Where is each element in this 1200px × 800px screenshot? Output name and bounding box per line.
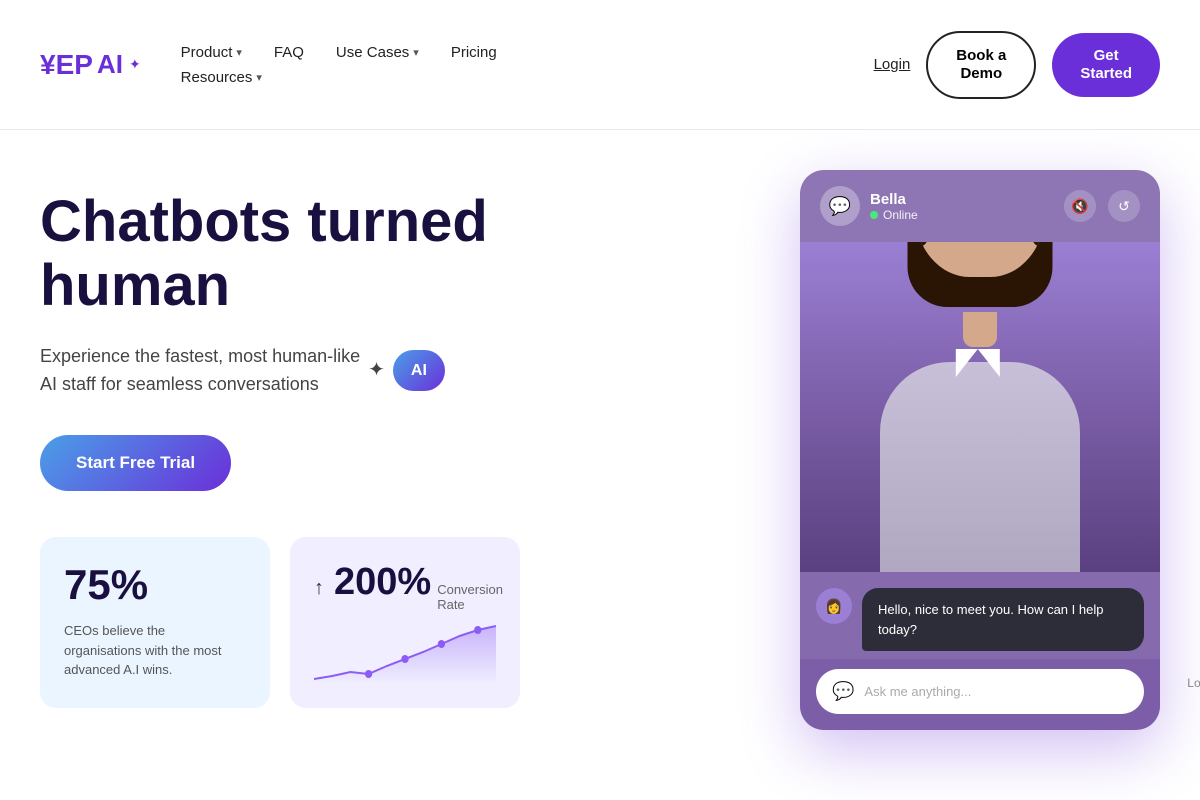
stat-desc-1: CEOs believe the organisations with the …	[64, 621, 246, 680]
nav-row-2: Resources ▾	[181, 69, 497, 86]
stat-card-1: 75% CEOs believe the organisations with …	[40, 537, 270, 708]
stat-label-2: Conversion Rate	[437, 582, 503, 612]
mini-chart	[314, 624, 496, 684]
avatar-hair-left	[915, 242, 928, 247]
avatar-hair-right	[1032, 242, 1045, 247]
chevron-down-icon: ▾	[256, 71, 262, 84]
chat-icon: 💬	[820, 186, 860, 226]
chat-input-icon: 💬	[832, 681, 854, 702]
nav-use-cases[interactable]: Use Cases ▾	[336, 44, 419, 61]
loading-indicator: Loading...	[1187, 642, 1200, 690]
stat-number-1: 75%	[64, 561, 246, 609]
chatbot-header: 💬 Bella Online 🔇 ↺	[800, 170, 1160, 242]
chatbot-panel: 💬 Bella Online 🔇 ↺	[800, 170, 1160, 730]
arrow-up-icon: ↑	[314, 577, 324, 600]
chatbot-card: 💬 Bella Online 🔇 ↺	[800, 170, 1160, 730]
nav-resources[interactable]: Resources ▾	[181, 69, 262, 86]
mute-button[interactable]: 🔇	[1064, 190, 1096, 222]
status-dot-icon	[870, 211, 878, 219]
sparkle-icon: ✦	[368, 354, 385, 386]
logo-icon: ¥EP	[40, 49, 93, 81]
logo-ai: AI	[97, 49, 123, 80]
nav-pricing[interactable]: Pricing	[451, 44, 497, 61]
chat-message-area: 👩 Hello, nice to meet you. How can I hel…	[800, 572, 1160, 659]
chevron-down-icon: ▾	[413, 46, 419, 59]
avatar-body	[880, 362, 1080, 572]
hero-title: Chatbots turned human	[40, 190, 520, 318]
logo-star-icon: ✦	[129, 56, 141, 73]
chat-input-row[interactable]: 💬 Ask me anything...	[816, 669, 1144, 714]
avatar-collar	[956, 349, 1000, 377]
chat-message: 👩 Hello, nice to meet you. How can I hel…	[816, 588, 1144, 651]
logo[interactable]: ¥EP AI ✦	[40, 49, 141, 81]
hero-content: Chatbots turned human Experience the fas…	[40, 170, 520, 708]
chevron-down-icon: ▾	[236, 46, 242, 59]
nav-actions: Login Book aDemo GetStarted	[874, 31, 1160, 99]
login-link[interactable]: Login	[874, 56, 911, 73]
get-started-button[interactable]: GetStarted	[1052, 33, 1160, 97]
loading-text: Loading...	[1187, 676, 1200, 690]
nav-links: Product ▾ FAQ Use Cases ▾ Pricing Resour…	[181, 44, 497, 86]
chatbot-name: Bella	[870, 191, 918, 208]
chatbot-status: Online	[870, 208, 918, 222]
message-avatar: 👩	[816, 588, 852, 624]
stat-card-2: ↑ 200% Conversion Rate	[290, 537, 520, 708]
refresh-button[interactable]: ↺	[1108, 190, 1140, 222]
nav-faq[interactable]: FAQ	[274, 44, 304, 61]
chat-input-placeholder: Ask me anything...	[864, 684, 1128, 699]
hero-section: Chatbots turned human Experience the fas…	[0, 130, 1200, 800]
book-demo-button[interactable]: Book aDemo	[926, 31, 1036, 99]
ai-badge: AI	[393, 350, 445, 392]
chat-bubble: Hello, nice to meet you. How can I help …	[862, 588, 1144, 651]
hero-subtitle: Experience the fastest, most human-likeA…	[40, 342, 520, 400]
stat-number-2: 200%	[334, 561, 431, 604]
chatbot-controls: 🔇 ↺	[1064, 190, 1140, 222]
avatar-neck	[963, 312, 997, 347]
chatbot-avatar-image	[800, 242, 1160, 572]
start-free-trial-button[interactable]: Start Free Trial	[40, 435, 231, 491]
navbar: ¥EP AI ✦ Product ▾ FAQ Use Cases ▾ Prici…	[0, 0, 1200, 130]
chatbot-avatar-wrap: 💬 Bella Online	[820, 186, 918, 226]
nav-product[interactable]: Product ▾	[181, 44, 242, 61]
stats-row: 75% CEOs believe the organisations with …	[40, 537, 520, 708]
nav-row-1: Product ▾ FAQ Use Cases ▾ Pricing	[181, 44, 497, 61]
